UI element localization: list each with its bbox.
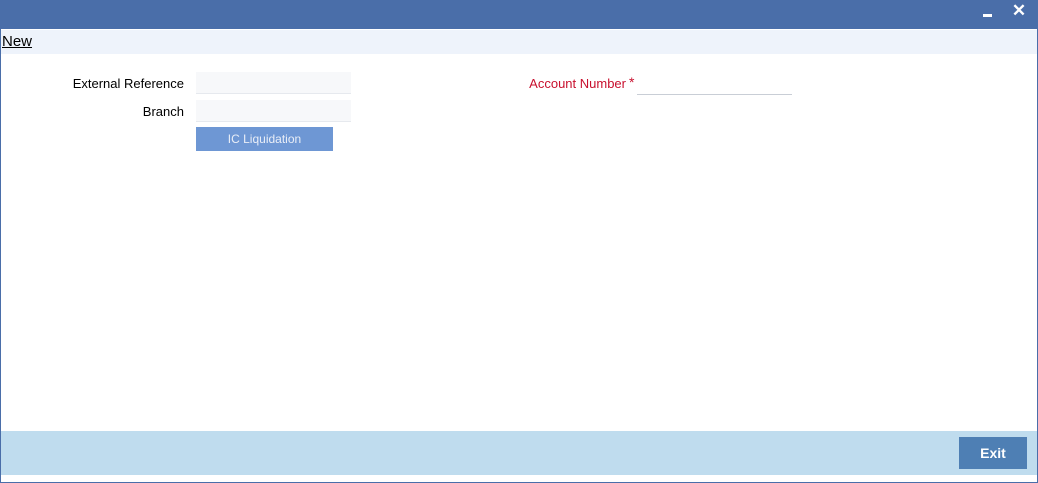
external-reference-label: External Reference (72, 76, 184, 91)
external-reference-input[interactable] (196, 72, 351, 94)
minimize-button[interactable] (979, 1, 999, 25)
account-number-input[interactable] (637, 74, 792, 95)
exit-button[interactable]: Exit (959, 437, 1027, 469)
branch-label: Branch (142, 104, 184, 119)
title-bar: ✕ (1, 1, 1037, 29)
minimize-icon (983, 14, 992, 17)
menu-new-link[interactable]: New (2, 33, 32, 50)
footer-bar: Exit (1, 431, 1037, 475)
required-indicator: * (629, 74, 635, 90)
branch-input[interactable] (196, 100, 351, 122)
app-window: ✕ New External Reference Branch IC Liqui… (0, 0, 1038, 483)
account-number-label: Account Number (529, 76, 626, 91)
close-icon: ✕ (1011, 1, 1027, 20)
ic-liquidation-button[interactable]: IC Liquidation (196, 127, 333, 151)
menu-bar: New (1, 30, 1037, 54)
close-button[interactable]: ✕ (1007, 1, 1031, 25)
